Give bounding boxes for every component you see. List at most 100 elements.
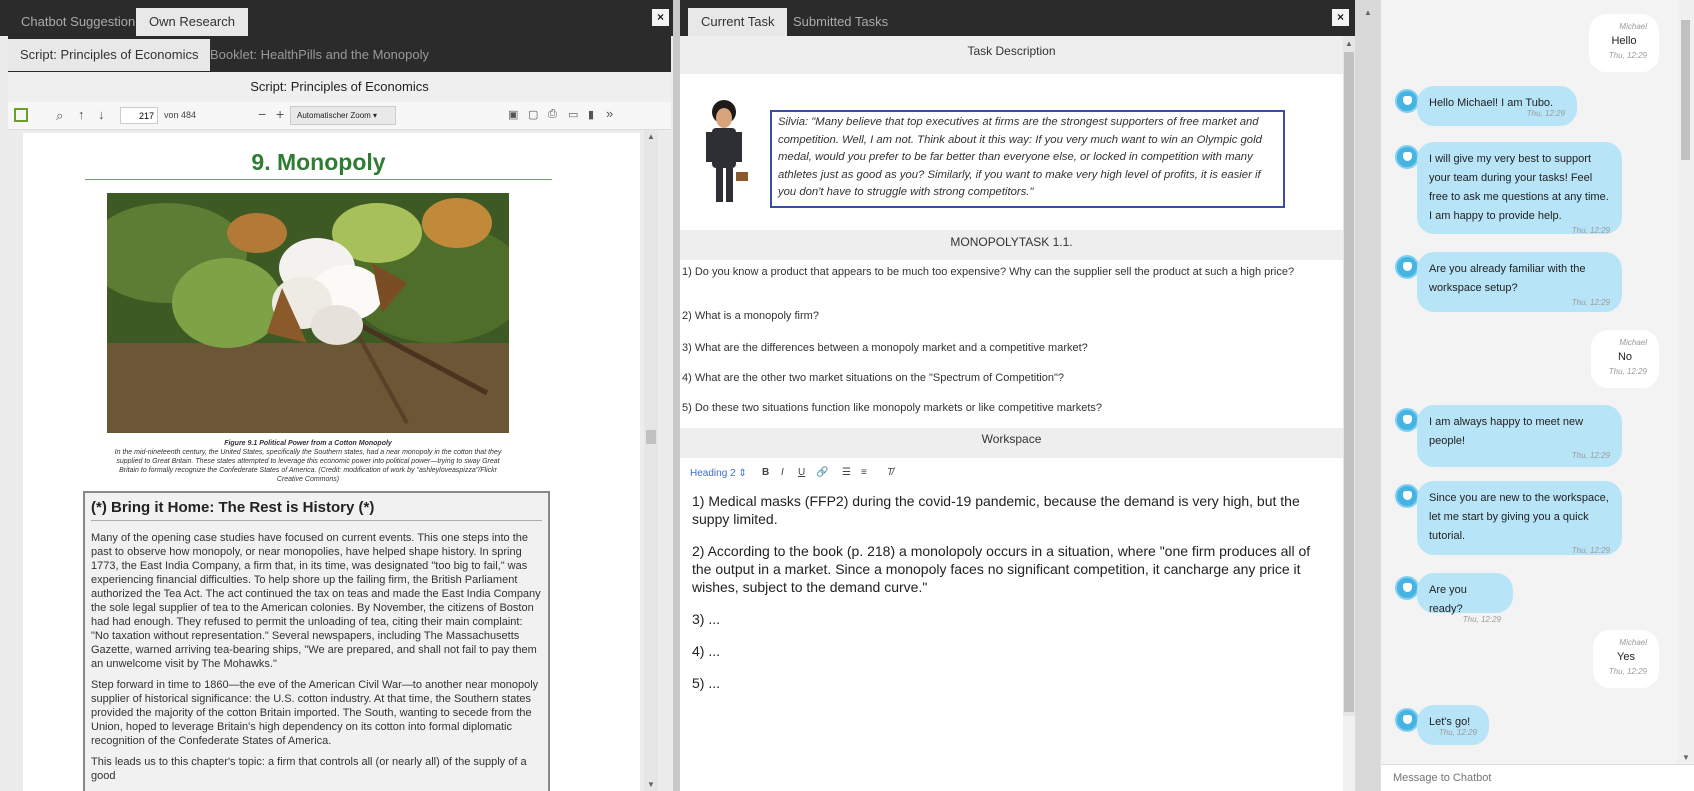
chat-scrollbar[interactable]: ▼ <box>1677 0 1694 764</box>
figure-caption-title: Figure 9.1 Political Power from a Cotton… <box>224 440 392 447</box>
bot-message: Are you ready? Thu, 12:29 <box>1417 573 1513 624</box>
task-title: MONOPOLYTASK 1.1. <box>680 230 1343 260</box>
bullet-list-icon[interactable]: ≡ <box>861 467 867 478</box>
message-text: I am always happy to meet new people! <box>1429 416 1584 447</box>
zoom-out-icon[interactable]: − <box>258 106 266 122</box>
message-sender: Michael <box>1619 638 1647 647</box>
presentation-icon[interactable]: ▣ <box>508 108 518 121</box>
chatbot-avatar-icon <box>1395 576 1419 600</box>
tab-own-research[interactable]: Own Research <box>136 8 248 36</box>
message-text: No <box>1617 351 1633 363</box>
answer-2: 2) According to the book (p. 218) a mono… <box>692 543 1311 595</box>
task-pane: Current Task Submitted Tasks × Task Desc… <box>680 0 1355 791</box>
message-time: Thu, 12:29 <box>1608 667 1647 676</box>
bot-message: I am always happy to meet new people! Th… <box>1417 405 1622 467</box>
chat-messages: Michael Hello Thu, 12:29 Hello Michael! … <box>1381 0 1677 764</box>
question-3: 3) What are the differences between a mo… <box>682 342 1088 354</box>
bold-icon[interactable]: B <box>762 467 769 478</box>
answer-3: 3) ... <box>692 611 721 627</box>
history-box-title: (*) Bring it Home: The Rest is History (… <box>91 499 542 521</box>
history-paragraph-3: This leads us to this chapter's topic: a… <box>91 756 527 782</box>
underline-icon[interactable]: U <box>798 467 805 478</box>
ordered-list-icon[interactable]: ☰ <box>842 467 851 478</box>
question-2: 2) What is a monopoly firm? <box>682 310 819 322</box>
page-total: von 484 <box>164 110 197 120</box>
search-icon[interactable]: ⌕ <box>56 108 63 124</box>
pane-divider-left[interactable] <box>673 0 680 791</box>
message-text: Are you ready? <box>1429 584 1467 615</box>
task-scrollbar[interactable]: ▲ <box>1343 36 1355 716</box>
subtab-booklet[interactable]: Booklet: HealthPills and the Monopoly <box>198 39 441 71</box>
bookmark-icon[interactable]: ▮ <box>588 108 594 121</box>
research-tab-bar: Chatbot Suggestion Own Research × <box>0 0 673 36</box>
pane-divider-right[interactable]: ▲ <box>1355 0 1380 791</box>
save-icon[interactable]: ▭ <box>568 108 578 121</box>
answer-textarea[interactable]: 1) Medical masks (FFP2) during the covid… <box>692 492 1332 782</box>
message-text: Hello <box>1611 35 1637 47</box>
more-tools-icon[interactable]: » <box>606 106 613 121</box>
zoom-value: Automatischer Zoom <box>297 111 371 120</box>
quote-section: Silvia: "Many believe that top executive… <box>680 74 1343 230</box>
silvia-avatar <box>706 100 748 202</box>
question-5: 5) Do these two situations function like… <box>682 402 1103 414</box>
subtab-script[interactable]: Script: Principles of Economics <box>8 39 211 71</box>
questions-section: 1) Do you know a product that appears to… <box>680 260 1343 428</box>
scroll-up-icon[interactable]: ▲ <box>647 132 655 141</box>
chat-message-input[interactable] <box>1381 764 1694 791</box>
scroll-down-icon[interactable]: ▼ <box>647 780 655 789</box>
arrow-down-icon[interactable]: ↓ <box>98 107 105 122</box>
user-message: Michael Yes Thu, 12:29 <box>1593 630 1659 688</box>
tab-current-task[interactable]: Current Task <box>688 8 788 36</box>
task-tab-bar: Current Task Submitted Tasks × <box>680 0 1355 36</box>
message-time: Thu, 12:29 <box>1608 51 1647 60</box>
close-icon[interactable]: × <box>1332 9 1349 26</box>
chevron-down-icon: ▾ <box>373 111 378 120</box>
message-time: Thu, 12:29 <box>1571 451 1610 460</box>
chapter-title: 9. Monopoly <box>85 149 552 180</box>
pdf-toolbar: ⌕ ↑ ↓ von 484 − + Automatischer Zoom ▾ ▣… <box>8 102 671 130</box>
pdf-scroll-thumb[interactable] <box>646 430 656 444</box>
arrow-up-icon[interactable]: ↑ <box>78 107 85 122</box>
message-text: Yes <box>1617 651 1635 663</box>
bot-message: Since you are new to the workspace, let … <box>1417 481 1622 555</box>
open-file-icon[interactable]: ▢ <box>528 108 538 121</box>
bot-message: I will give my very best to support your… <box>1417 142 1622 235</box>
chat-scroll-thumb[interactable] <box>1681 20 1690 160</box>
scroll-up-icon[interactable]: ▲ <box>1345 39 1353 48</box>
message-text: Since you are new to the workspace, let … <box>1429 492 1609 542</box>
clear-format-icon[interactable]: T̸ <box>887 467 893 478</box>
italic-icon[interactable]: I <box>781 467 784 478</box>
link-icon[interactable]: 🔗 <box>816 467 828 478</box>
message-time: Thu, 12:29 <box>1608 367 1647 376</box>
chat-pane: Michael Hello Thu, 12:29 Hello Michael! … <box>1380 0 1694 791</box>
answer-1: 1) Medical masks (FFP2) during the covid… <box>692 493 1300 527</box>
zoom-in-icon[interactable]: + <box>276 106 284 122</box>
close-icon[interactable]: × <box>652 9 669 26</box>
heading-style-select[interactable]: Heading 2 ⇕ <box>690 468 747 479</box>
research-pane: Chatbot Suggestion Own Research × Script… <box>0 0 673 791</box>
bot-message: Are you already familiar with the worksp… <box>1417 252 1622 312</box>
answer-4: 4) ... <box>692 643 721 659</box>
pdf-scrollbar[interactable]: ▲ ▼ <box>644 130 658 791</box>
doc-title: Script: Principles of Economics <box>8 72 671 102</box>
scroll-up-icon[interactable]: ▲ <box>1364 8 1372 17</box>
tab-submitted-tasks[interactable]: Submitted Tasks <box>780 8 901 36</box>
question-1: 1) Do you know a product that appears to… <box>682 266 1295 278</box>
workspace-header: Workspace <box>680 428 1343 458</box>
message-sender: Michael <box>1619 338 1647 347</box>
chatbot-avatar-icon <box>1395 408 1419 432</box>
task-scroll-thumb[interactable] <box>1344 52 1354 712</box>
message-time: Thu, 12:29 <box>1571 226 1610 235</box>
tab-chatbot-suggestion[interactable]: Chatbot Suggestion <box>8 8 148 36</box>
page-number-input[interactable] <box>120 107 158 124</box>
scroll-down-icon[interactable]: ▼ <box>1682 753 1690 762</box>
message-sender: Michael <box>1619 22 1647 31</box>
subtab-bar: Script: Principles of Economics Booklet:… <box>8 36 671 72</box>
zoom-select[interactable]: Automatischer Zoom ▾ <box>290 106 396 125</box>
figure-caption: In the mid-nineteenth century, the Unite… <box>114 449 502 483</box>
sidebar-toggle-icon[interactable] <box>14 108 28 122</box>
print-icon[interactable]: ⎙ <box>548 108 557 121</box>
chatbot-avatar-icon <box>1395 255 1419 279</box>
question-4: 4) What are the other two market situati… <box>682 372 1064 384</box>
message-time: Thu, 12:29 <box>1571 298 1610 307</box>
